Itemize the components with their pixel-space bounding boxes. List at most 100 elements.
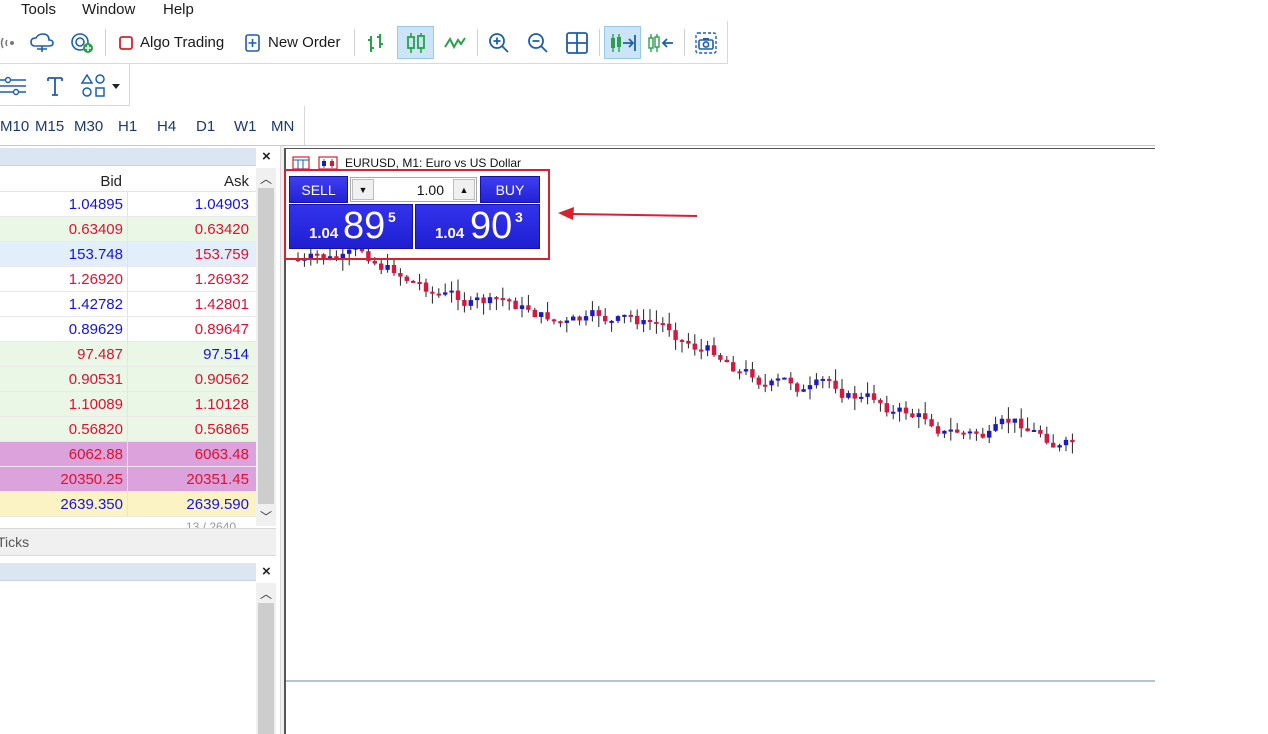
timeframe-h4[interactable]: H4 <box>157 118 176 135</box>
zoom-out-icon[interactable] <box>523 26 553 59</box>
column-bid-header[interactable]: Bid <box>100 173 122 190</box>
new-order-button[interactable]: New Order <box>240 26 345 59</box>
candle-body <box>1031 429 1037 432</box>
timeframe-w1[interactable]: W1 <box>234 118 257 135</box>
market-watch-row[interactable]: 2639.350 2639.590 <box>0 492 256 517</box>
scrollbar-thumb[interactable] <box>258 188 274 504</box>
zoom-in-icon[interactable] <box>484 26 514 59</box>
market-watch-row[interactable]: 6062.88 6063.48 <box>0 442 256 467</box>
timeframe-mn[interactable]: MN <box>271 118 294 135</box>
market-watch-row[interactable]: 97.487 97.514 <box>0 342 256 367</box>
timeframe-m15[interactable]: M15 <box>35 118 64 135</box>
timeframe-d1[interactable]: D1 <box>196 118 215 135</box>
market-watch-row[interactable]: 0.89629 0.89647 <box>0 317 256 342</box>
candle-body <box>839 388 845 398</box>
market-watch-row[interactable]: 1.04895 1.04903 <box>0 192 256 217</box>
tab-ticks[interactable]: Ticks <box>0 534 29 550</box>
shapes-dropdown-icon[interactable] <box>80 69 124 102</box>
ask-price: 97.514 <box>203 346 249 363</box>
market-watch-row[interactable]: 0.90531 0.90562 <box>0 367 256 392</box>
candle-body <box>385 264 390 270</box>
candle-body <box>942 430 947 434</box>
candle-body <box>846 393 851 398</box>
market-watch-row[interactable]: 20350.25 20351.45 <box>0 467 256 492</box>
candle-body <box>737 371 742 374</box>
market-watch-row[interactable]: 0.56820 0.56865 <box>0 417 256 442</box>
candle-body <box>769 380 774 386</box>
market-watch-close-icon[interactable]: × <box>262 149 271 164</box>
menu-help[interactable]: Help <box>163 1 194 19</box>
candle-body <box>801 389 806 392</box>
line-chart-icon[interactable] <box>440 26 470 59</box>
column-divider <box>127 242 128 267</box>
ask-price: 0.90562 <box>194 371 249 388</box>
scroll-up-icon[interactable]: ︿ <box>260 585 272 602</box>
candle-body <box>635 315 640 325</box>
scroll-up-icon[interactable]: ︿ <box>260 170 272 187</box>
signal-icon[interactable] <box>0 26 16 59</box>
candle-body <box>692 343 697 350</box>
menu-tools[interactable]: Tools <box>21 1 56 19</box>
cloud-icon[interactable] <box>28 26 56 59</box>
text-tool-icon[interactable] <box>42 69 68 102</box>
candle-body <box>987 430 992 438</box>
chart-title: EURUSD, M1: Euro vs US Dollar <box>345 156 522 170</box>
navigator-panel: × ︿ <box>0 563 280 734</box>
auto-scroll-icon[interactable] <box>604 26 641 59</box>
candle-body <box>462 299 467 306</box>
bid-price: 0.63409 <box>68 221 123 238</box>
algo-trading-label: Algo Trading <box>140 34 225 51</box>
candle-body <box>391 264 397 274</box>
candle-body <box>673 330 678 340</box>
market-watch-row[interactable]: 1.42782 1.42801 <box>0 292 256 317</box>
chart-shift-icon[interactable] <box>645 26 677 59</box>
bar-chart-icon[interactable] <box>361 26 391 59</box>
screenshot-icon[interactable] <box>691 26 721 59</box>
ask-price: 6063.48 <box>194 446 249 463</box>
candlestick-chart-icon[interactable] <box>397 26 434 59</box>
algo-trading-button[interactable]: Algo Trading <box>114 26 228 59</box>
annotation-arrow <box>558 207 698 220</box>
menu-window[interactable]: Window <box>82 1 135 19</box>
candle-body <box>763 384 768 387</box>
candle-body <box>686 340 691 344</box>
lines-icon[interactable] <box>0 69 28 102</box>
column-divider <box>127 392 128 417</box>
ask-price: 153.759 <box>194 246 249 263</box>
signals-plus-icon[interactable] <box>68 26 96 59</box>
timeframe-h1[interactable]: H1 <box>118 118 137 135</box>
chart-window-icon[interactable] <box>292 156 310 170</box>
drawing-toolbar <box>0 64 130 106</box>
market-watch-row[interactable]: 1.10089 1.10128 <box>0 392 256 417</box>
chart-type-icon[interactable] <box>318 156 338 170</box>
candle-body <box>814 379 819 386</box>
navigator-close-icon[interactable]: × <box>262 564 271 579</box>
timeframe-m10[interactable]: M10 <box>0 118 29 135</box>
candle-body <box>487 297 493 304</box>
scroll-down-icon[interactable]: ﹀ <box>260 508 272 525</box>
column-divider <box>127 292 128 317</box>
market-watch-row[interactable]: 153.748 153.759 <box>0 242 256 267</box>
market-watch-row[interactable]: 1.26920 1.26932 <box>0 267 256 292</box>
bid-price: 0.89629 <box>68 321 123 338</box>
candle-body <box>718 355 723 360</box>
scrollbar-thumb[interactable] <box>258 603 274 734</box>
tile-windows-icon[interactable] <box>562 26 592 59</box>
candle-body <box>494 297 499 300</box>
candle-body <box>750 369 755 378</box>
candle-body <box>884 403 889 413</box>
bid-price: 2639.350 <box>60 496 123 513</box>
ask-price: 1.42801 <box>194 296 249 313</box>
column-ask-header[interactable]: Ask <box>224 173 249 190</box>
ask-price: 1.26932 <box>194 271 249 288</box>
candle-body <box>679 339 685 342</box>
market-watch-scrollbar[interactable]: ︿ ﹀ <box>256 168 276 526</box>
candle-body <box>615 316 621 321</box>
candle-body <box>699 349 704 352</box>
timeframe-m30[interactable]: M30 <box>74 118 103 135</box>
bid-price: 0.90531 <box>68 371 123 388</box>
candle-body <box>423 282 429 292</box>
candle-body <box>859 396 864 399</box>
market-watch-row[interactable]: 0.63409 0.63420 <box>0 217 256 242</box>
navigator-scrollbar[interactable]: ︿ <box>256 583 276 734</box>
